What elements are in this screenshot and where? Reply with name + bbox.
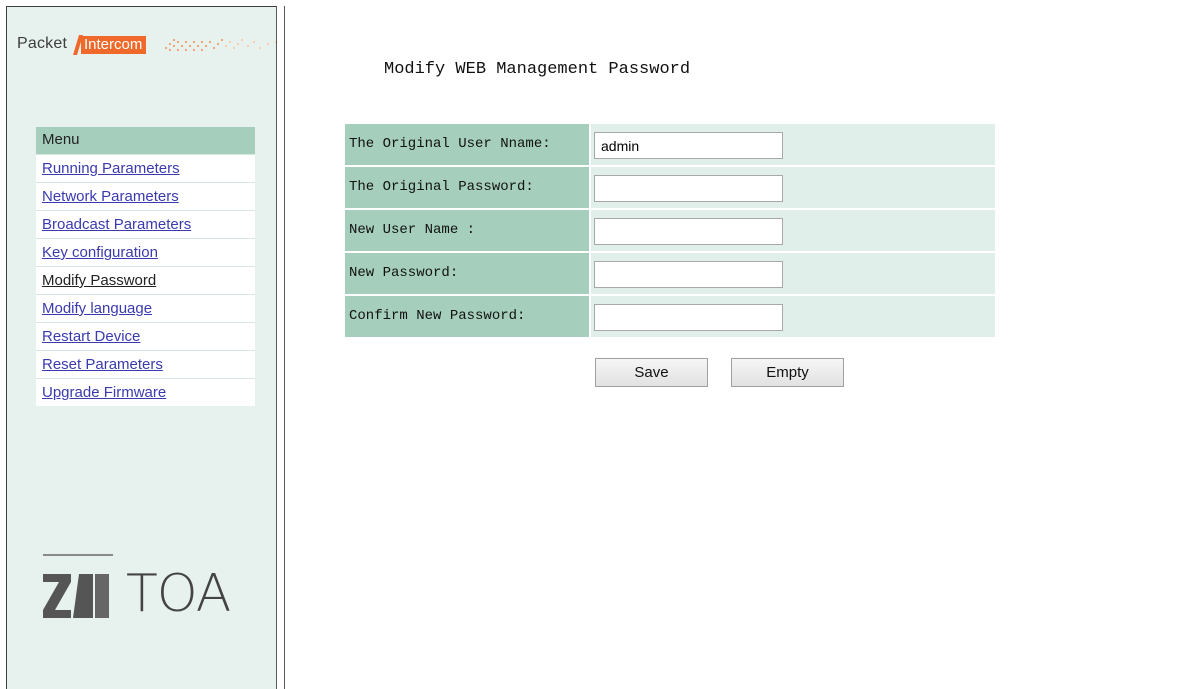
- field-cell-confirm-password: [591, 296, 995, 337]
- form-row-original-user: The Original User Nname:: [345, 124, 995, 167]
- password-form: The Original User Nname: The Original Pa…: [345, 124, 995, 339]
- page-title: Modify WEB Management Password: [384, 60, 691, 79]
- sidebar-menu: Menu Running Parameters Network Paramete…: [36, 127, 255, 406]
- form-row-confirm-password: Confirm New Password:: [345, 296, 995, 339]
- frame-divider[interactable]: [276, 6, 285, 689]
- sidebar-item-modify-password[interactable]: Modify Password: [36, 266, 255, 294]
- field-label-new-password: New Password:: [345, 253, 589, 294]
- empty-button[interactable]: Empty: [731, 358, 844, 387]
- logo-dots-icon: [165, 39, 277, 51]
- toa-logo-rule: [43, 554, 113, 556]
- sidebar-item-running-parameters[interactable]: Running Parameters: [36, 154, 255, 182]
- logo-intercom-text: Intercom: [81, 36, 147, 54]
- menu-header: Menu: [36, 127, 255, 154]
- field-cell-original-user: [591, 124, 995, 165]
- new-password-input[interactable]: [594, 261, 783, 288]
- new-user-name-input[interactable]: [594, 218, 783, 245]
- form-row-new-user: New User Name :: [345, 210, 995, 253]
- field-label-original-user: The Original User Nname:: [345, 124, 589, 165]
- sidebar-item-reset-parameters[interactable]: Reset Parameters: [36, 350, 255, 378]
- save-button[interactable]: Save: [595, 358, 708, 387]
- logo-packet-text: Packet: [17, 35, 68, 52]
- field-label-confirm-password: Confirm New Password:: [345, 296, 589, 337]
- sidebar-item-restart-device[interactable]: Restart Device: [36, 322, 255, 350]
- form-row-new-password: New Password:: [345, 253, 995, 296]
- form-row-original-password: The Original Password:: [345, 167, 995, 210]
- toa-logo: TOA: [43, 554, 243, 634]
- field-cell-original-password: [591, 167, 995, 208]
- sidebar-item-upgrade-firmware[interactable]: Upgrade Firmware: [36, 378, 255, 406]
- toa-logo-text: TOA: [126, 564, 231, 624]
- field-label-new-user: New User Name :: [345, 210, 589, 251]
- sidebar-item-network-parameters[interactable]: Network Parameters: [36, 182, 255, 210]
- sidebar-item-modify-language[interactable]: Modify language: [36, 294, 255, 322]
- sidebar: Packet Intercom Menu Running Parameters …: [6, 6, 277, 689]
- field-cell-new-user: [591, 210, 995, 251]
- original-password-input[interactable]: [594, 175, 783, 202]
- field-label-original-password: The Original Password:: [345, 167, 589, 208]
- confirm-new-password-input[interactable]: [594, 304, 783, 331]
- original-user-name-input[interactable]: [594, 132, 783, 159]
- toa-mark-icon: [43, 574, 109, 618]
- sidebar-item-broadcast-parameters[interactable]: Broadcast Parameters: [36, 210, 255, 238]
- sidebar-item-key-configuration[interactable]: Key configuration: [36, 238, 255, 266]
- field-cell-new-password: [591, 253, 995, 294]
